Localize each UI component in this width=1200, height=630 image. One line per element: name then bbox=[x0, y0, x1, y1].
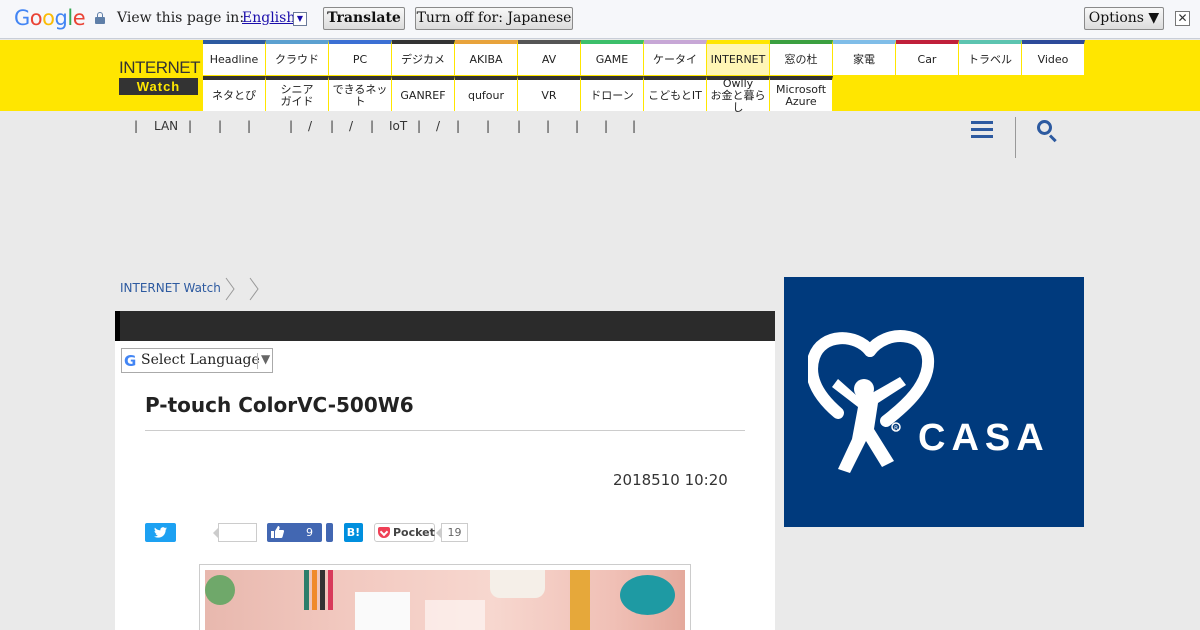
twitter-share-button[interactable] bbox=[145, 523, 176, 542]
site-nav: Headline クラウド PC デジカメ AKIBA AV GAME ケータイ INTERNE… bbox=[203, 40, 1085, 113]
nav-secondary-5[interactable]: VR bbox=[518, 76, 581, 111]
translate-options-button[interactable]: Options ▼ bbox=[1084, 7, 1164, 30]
nav-primary-11[interactable]: Car bbox=[896, 40, 959, 75]
pocket-icon bbox=[378, 527, 390, 538]
logo-bottom-text: Watch bbox=[119, 78, 198, 95]
svg-text:R: R bbox=[894, 425, 898, 432]
nav-primary-4[interactable]: AKIBA bbox=[455, 40, 518, 75]
product-image bbox=[205, 570, 685, 630]
share-count-box bbox=[213, 523, 257, 542]
subnav-separator: | bbox=[417, 119, 422, 133]
subnav-item[interactable]: / bbox=[349, 119, 353, 133]
nav-secondary-0[interactable]: ネタとぴ bbox=[203, 76, 266, 111]
nav-secondary-4[interactable]: qufour bbox=[455, 76, 518, 111]
nav-primary-10[interactable]: 家電 bbox=[833, 40, 896, 75]
nav-primary-12[interactable]: トラベル bbox=[959, 40, 1022, 75]
subnav-separator: | bbox=[188, 119, 193, 133]
nav-secondary-9[interactable]: Microsoft Azure bbox=[770, 76, 833, 111]
subnav-separator: | bbox=[517, 119, 522, 133]
facebook-like-button[interactable]: 9 bbox=[267, 523, 322, 542]
translate-prompt: View this page in: bbox=[117, 10, 245, 26]
nav-primary-2[interactable]: PC bbox=[329, 40, 392, 75]
subnav-item[interactable]: / bbox=[308, 119, 312, 133]
facebook-share-button[interactable] bbox=[326, 523, 333, 542]
subnav-item[interactable]: IoT bbox=[389, 119, 407, 133]
select-language-label: Select Language bbox=[141, 352, 260, 368]
article-photo[interactable] bbox=[199, 564, 691, 630]
breadcrumb: INTERNET Watch bbox=[120, 281, 221, 295]
language-dropdown-icon[interactable]: ▼ bbox=[293, 12, 307, 26]
nav-primary-0[interactable]: Headline bbox=[203, 40, 266, 75]
nav-primary-9[interactable]: 窓の杜 bbox=[770, 40, 833, 75]
article-category-bar bbox=[115, 311, 775, 341]
article-title: P-touch ColorVC-500W6 bbox=[145, 393, 414, 417]
pocket-count: 19 bbox=[436, 523, 468, 542]
chevron-right-icon bbox=[249, 277, 259, 301]
translate-button[interactable]: Translate bbox=[323, 7, 405, 30]
twitter-icon bbox=[154, 527, 167, 538]
site-header: INTERNET Watch Headline クラウド PC デジカメ AKIBA AV… bbox=[0, 40, 1200, 113]
search-icon[interactable] bbox=[1037, 120, 1059, 143]
subnav-separator: | bbox=[632, 119, 637, 133]
subnav-separator: | bbox=[546, 119, 551, 133]
pocket-button[interactable]: Pocket bbox=[374, 523, 435, 542]
thumbs-up-icon bbox=[271, 526, 284, 538]
casa-brand-text: CASA bbox=[918, 417, 1050, 459]
site-logo[interactable]: INTERNET Watch bbox=[119, 58, 201, 97]
casa-advertisement[interactable]: R CASA bbox=[784, 277, 1084, 527]
subnav-separator: | bbox=[575, 119, 580, 133]
article: G Select Language ▼ P-touch ColorVC-500W… bbox=[115, 311, 775, 630]
chevron-down-icon: ▼ bbox=[261, 352, 271, 366]
nav-primary-8[interactable]: INTERNET bbox=[707, 40, 770, 75]
google-logo: Google bbox=[14, 6, 86, 30]
translate-language-link[interactable]: English bbox=[242, 10, 295, 26]
nav-row-primary: Headline クラウド PC デジカメ AKIBA AV GAME ケータイ INTERNE… bbox=[203, 40, 1085, 75]
nav-primary-7[interactable]: ケータイ bbox=[644, 40, 707, 75]
facebook-like-count: 9 bbox=[306, 526, 313, 539]
subnav-separator: | bbox=[330, 119, 335, 133]
menu-list-icon[interactable] bbox=[971, 121, 993, 139]
hatena-bookmark-button[interactable]: B! bbox=[344, 523, 363, 542]
nav-secondary-2[interactable]: できるネット bbox=[329, 76, 392, 111]
article-date: 2018510 10:20 bbox=[613, 471, 728, 489]
select-language-dropdown[interactable]: G Select Language ▼ bbox=[121, 348, 273, 373]
nav-secondary-3[interactable]: GANREF bbox=[392, 76, 455, 111]
nav-secondary-1[interactable]: シニア ガイド bbox=[266, 76, 329, 111]
nav-secondary-6[interactable]: ドローン bbox=[581, 76, 644, 111]
subnav-separator: | bbox=[604, 119, 609, 133]
nav-row-secondary: ネタとぴ シニア ガイド できるネット GANREF qufour VR ドローン こどもとI… bbox=[203, 76, 833, 113]
subnav-separator: | bbox=[289, 119, 294, 133]
pocket-label: Pocket bbox=[393, 526, 435, 539]
nav-primary-13[interactable]: Video bbox=[1022, 40, 1085, 75]
chevron-right-icon bbox=[225, 277, 235, 301]
subnav-separator: | bbox=[247, 119, 252, 133]
nav-secondary-7[interactable]: こどもとIT bbox=[644, 76, 707, 111]
logo-top-text: INTERNET bbox=[119, 58, 201, 77]
nav-secondary-8[interactable]: Owlly お金と暮らし bbox=[707, 76, 770, 113]
breadcrumb-home-link[interactable]: INTERNET Watch bbox=[120, 281, 221, 295]
lock-icon bbox=[95, 12, 105, 24]
translate-bar: Google View this page in: English ▼ Tran… bbox=[0, 0, 1200, 39]
subnav-separator: | bbox=[456, 119, 461, 133]
nav-primary-1[interactable]: クラウド bbox=[266, 40, 329, 75]
nav-primary-6[interactable]: GAME bbox=[581, 40, 644, 75]
subnav-separator: | bbox=[370, 119, 375, 133]
subnav-separator: | bbox=[218, 119, 223, 133]
subnav-separator: | bbox=[486, 119, 491, 133]
subnav-item[interactable]: / bbox=[436, 119, 440, 133]
turn-off-translate-button[interactable]: Turn off for: Japanese bbox=[415, 7, 573, 30]
nav-primary-5[interactable]: AV bbox=[518, 40, 581, 75]
title-divider bbox=[145, 430, 745, 431]
nav-primary-3[interactable]: デジカメ bbox=[392, 40, 455, 75]
close-icon[interactable]: ✕ bbox=[1175, 11, 1190, 26]
google-g-icon: G bbox=[124, 352, 137, 370]
subnav-item[interactable]: LAN bbox=[154, 119, 178, 133]
header-divider bbox=[1015, 117, 1016, 158]
subnav-separator: | bbox=[134, 119, 139, 133]
